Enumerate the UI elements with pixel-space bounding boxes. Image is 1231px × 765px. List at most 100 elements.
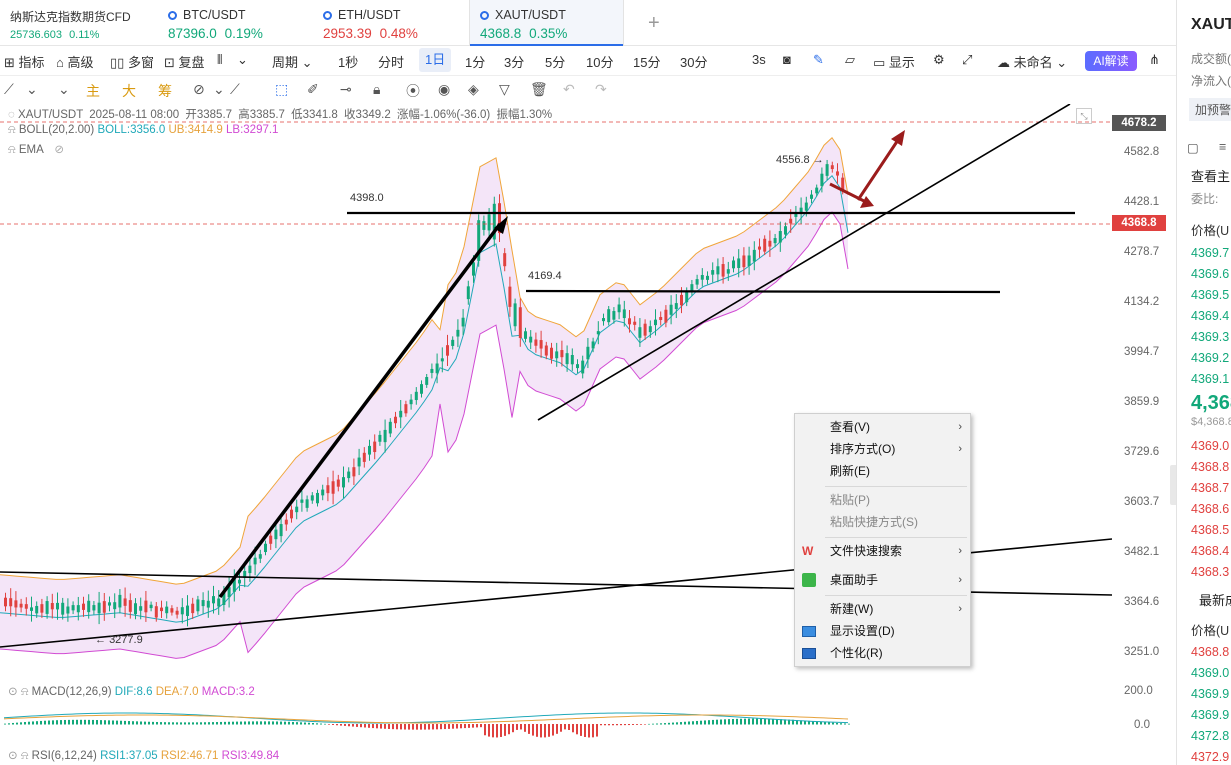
line-tool-chevron-icon[interactable]: ⌄ <box>26 81 38 98</box>
eye-icon[interactable]: ◉ <box>438 81 450 98</box>
menu-item-sort[interactable]: 排序方式(O) › <box>795 438 972 460</box>
menu-item-new[interactable]: 新建(W) › <box>795 598 972 620</box>
macd-bar <box>216 722 218 725</box>
settings-gear-icon[interactable]: ⚙ <box>933 52 945 68</box>
magnet-icon[interactable]: ⦿ <box>406 81 420 101</box>
filter-icon[interactable]: ▽ <box>499 81 510 98</box>
candle-body <box>602 318 605 322</box>
tab-nasdaq[interactable]: 纳斯达克指数期货CFD 25736.603 0.11% <box>0 0 158 46</box>
trade-row: 4368.8 <box>1191 645 1230 659</box>
candle-body <box>685 291 689 303</box>
macd-bar <box>312 723 314 725</box>
tab-btc[interactable]: BTC/USDT 87396.0 0.19% <box>158 0 310 46</box>
menu-item-personalize[interactable]: 个性化(R) <box>795 642 972 664</box>
cloud-layout-button[interactable]: ☁ 未命名 ⌄ <box>997 52 1067 71</box>
rp-doc-icon[interactable]: ▢ <box>1187 140 1199 155</box>
rsi-settings-icon[interactable]: ⊙ <box>8 750 18 762</box>
advanced-button[interactable]: ⌂ 高级 <box>56 52 94 71</box>
large-order-label[interactable]: 大 <box>122 81 136 101</box>
redo-icon[interactable]: ↷ <box>595 81 607 98</box>
rp-latest-trades-title[interactable]: 最新成 <box>1199 590 1231 609</box>
rp-view-main[interactable]: 查看主 <box>1191 166 1230 185</box>
link-icon[interactable]: ⊸ <box>340 81 352 98</box>
ask-row: 4369.6 <box>1191 267 1230 281</box>
period-time[interactable]: 分时 <box>378 52 404 71</box>
ruler-chevron-icon[interactable]: ⌄ <box>213 81 225 98</box>
undo-icon[interactable]: ↶ <box>563 81 575 98</box>
candle-body <box>737 258 741 268</box>
cursor-icon[interactable]: ⬚ <box>275 81 288 98</box>
display-button[interactable]: ▭ 显示 <box>873 52 915 71</box>
menu-item-paste[interactable]: 粘贴(P) <box>795 489 972 511</box>
period-3m[interactable]: 3分 <box>504 52 524 71</box>
chart-type-icon[interactable]: ⫴ <box>217 52 222 68</box>
xaut-coin-icon <box>480 10 489 20</box>
period-1m[interactable]: 1分 <box>465 52 485 71</box>
candle-body <box>581 360 585 374</box>
ai-interpret-button[interactable]: AI解读 <box>1085 51 1137 71</box>
multi-window-button[interactable]: ▯▯ 多窗 <box>110 52 154 71</box>
menu-item-display-settings[interactable]: 显示设置(D) <box>795 620 972 642</box>
period-1d[interactable]: 1日 <box>419 48 452 72</box>
macd-bar <box>472 724 474 728</box>
indicator-button[interactable]: ⊞ 指标 <box>4 52 45 71</box>
pen-icon[interactable]: ✎ <box>813 52 824 68</box>
period-5m[interactable]: 5分 <box>545 52 565 71</box>
camera-icon[interactable]: ◙ <box>783 52 791 67</box>
chart-expand-icon[interactable]: ⤡ <box>1076 108 1092 124</box>
rsi-alert-icon[interactable]: ⍾ <box>21 750 29 762</box>
rp-list-icon[interactable]: ≡ <box>1219 140 1226 154</box>
candle-body <box>383 429 387 443</box>
replay-button[interactable]: ⊡ 复盘 <box>164 52 205 71</box>
candle-body <box>399 410 403 418</box>
expand-icon[interactable]: ⌄ <box>58 81 70 98</box>
macd-settings-icon[interactable]: ⊙ <box>8 686 18 698</box>
comment-icon[interactable]: ▱ <box>845 52 855 68</box>
menu-item-view[interactable]: 查看(V) › <box>795 416 972 438</box>
macd-bar <box>176 722 178 725</box>
candle-body <box>290 509 293 519</box>
macd-alert-icon[interactable]: ⍾ <box>21 686 29 698</box>
candle-body <box>451 339 455 346</box>
menu-item-paste-shortcut[interactable]: 粘贴快捷方式(S) <box>795 511 972 533</box>
candle-body <box>596 331 600 335</box>
menu-item-desktop-helper[interactable]: 桌面助手 › <box>795 569 972 591</box>
period-15m[interactable]: 15分 <box>633 52 660 71</box>
macd-bar <box>52 720 54 725</box>
period-3s[interactable]: 3s <box>752 52 766 67</box>
pencil-tool-icon[interactable]: ✐ <box>307 81 319 98</box>
chevron-down-icon[interactable]: ⌄ <box>237 52 248 68</box>
period-1s[interactable]: 1秒 <box>338 52 358 71</box>
brush-icon[interactable]: ⟋ <box>230 81 240 98</box>
macd-bar <box>340 724 342 726</box>
add-alert-button[interactable]: 加预警 <box>1189 98 1231 121</box>
chips-label[interactable]: 筹 <box>158 81 172 101</box>
fullscreen-icon[interactable]: ⤢ <box>962 52 972 68</box>
menu-item-file-search[interactable]: W 文件快速搜索 › <box>795 540 972 562</box>
menu-item-refresh[interactable]: 刷新(E) <box>795 460 972 482</box>
add-tab-icon[interactable]: + <box>648 12 660 35</box>
ruler-icon[interactable]: ⊘ <box>193 81 205 98</box>
tab-xaut[interactable]: XAUT/USDT 4368.8 0.35% <box>469 0 624 46</box>
share-icon[interactable]: ⋔ <box>1149 52 1160 68</box>
candle-body <box>170 608 174 613</box>
trash-icon[interactable]: 🗑︎ <box>530 81 548 98</box>
period-30m[interactable]: 30分 <box>680 52 707 71</box>
bid-row: 4368.3 <box>1191 565 1230 579</box>
line-tool-icon[interactable]: ⟋ <box>4 81 14 98</box>
macd-bar <box>396 724 398 730</box>
period-select[interactable]: 周期 ⌄ <box>272 52 313 71</box>
candle-body <box>565 353 569 365</box>
macd-bar <box>588 724 590 738</box>
candle-body <box>316 492 319 504</box>
candle-body <box>45 601 49 614</box>
rp-inflow-label: 净流入( <box>1191 74 1231 88</box>
layers-icon[interactable]: ◈ <box>468 81 479 98</box>
period-10m[interactable]: 10分 <box>586 52 613 71</box>
candle-body <box>336 479 340 487</box>
alert-price-tag[interactable]: 4678.2 <box>1112 115 1166 131</box>
main-force-label[interactable]: 主 <box>86 81 100 101</box>
lock-icon[interactable]: 🔒︎ <box>373 81 380 98</box>
tab-eth[interactable]: ETH/USDT 2953.39 0.48% <box>313 0 465 46</box>
macd-bar <box>696 720 698 725</box>
